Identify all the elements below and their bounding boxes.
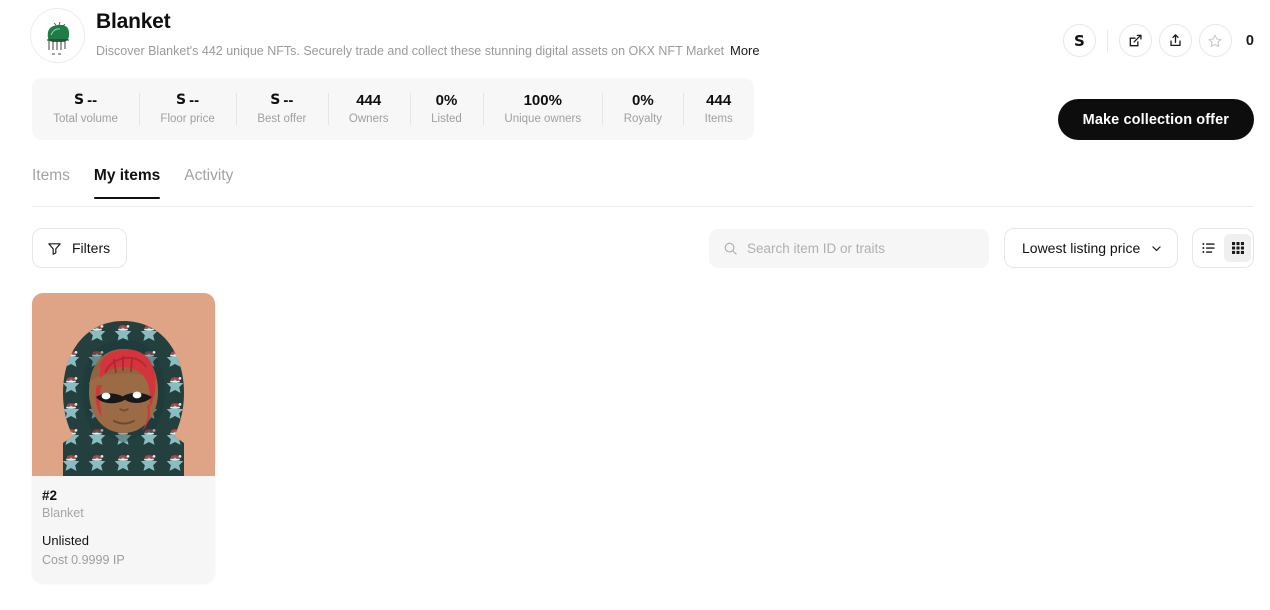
stat-number: 100% <box>523 92 562 109</box>
nft-collection-page: Blanket Discover Blanket's 442 unique NF… <box>0 0 1270 610</box>
stat-best-offer: S -- Best offer <box>236 89 328 129</box>
stat-value: S -- <box>270 91 293 110</box>
stat-label: Floor price <box>160 113 215 125</box>
grid-view-icon <box>1231 242 1244 254</box>
stat-number: -- <box>283 92 294 109</box>
filters-label: Filters <box>72 240 111 256</box>
tab-activity[interactable]: Activity <box>184 166 233 198</box>
edit-square-icon <box>1129 34 1142 47</box>
stat-label: Royalty <box>623 113 663 125</box>
stat-value: 444 <box>706 91 731 110</box>
stat-value: 100% <box>524 91 562 110</box>
favorite-collection-button[interactable] <box>1198 24 1232 57</box>
stat-value: S -- <box>74 91 97 110</box>
header-actions: S 0 <box>1062 24 1254 57</box>
funnel-icon <box>48 242 61 255</box>
stat-items: 444 Items <box>683 89 754 129</box>
nft-card[interactable]: #2 Blanket Unlisted Cost 0.9999 IP <box>32 293 215 583</box>
collection-stats-bar: S -- Total volume S -- Floor price S -- … <box>32 78 754 140</box>
currency-symbol: S <box>270 92 281 108</box>
favorite-count: 0 <box>1245 32 1254 49</box>
list-view-button[interactable] <box>1195 234 1222 262</box>
stat-number: 0% <box>632 92 654 109</box>
sort-label: Lowest listing price <box>1022 240 1141 256</box>
collection-title: Blanket <box>96 10 171 33</box>
nft-cost: Cost 0.9999 IP <box>42 553 125 567</box>
collection-header: Blanket Discover Blanket's 442 unique NF… <box>0 0 1270 78</box>
nft-collection-name: Blanket <box>42 506 84 520</box>
stat-total-volume: S -- Total volume <box>32 89 139 129</box>
nft-listing-status: Unlisted <box>42 533 89 548</box>
header-divider <box>1106 29 1108 52</box>
nft-artwork <box>32 293 215 476</box>
stat-number: -- <box>189 92 200 109</box>
search-input[interactable] <box>747 241 967 256</box>
stat-value: 444 <box>356 91 381 110</box>
nft-card-body: #2 Blanket Unlisted Cost 0.9999 IP <box>32 476 215 583</box>
tab-my-items[interactable]: My items <box>93 166 161 199</box>
stat-listed: 0% Listed <box>409 89 483 129</box>
stat-number: -- <box>87 92 98 109</box>
chain-badge-button[interactable]: S <box>1062 24 1096 57</box>
description-more-link[interactable]: More <box>730 43 760 58</box>
currency-symbol: S <box>176 92 187 108</box>
edit-collection-button[interactable] <box>1118 24 1152 57</box>
stat-royalty: 0% Royalty <box>602 89 683 129</box>
stat-number: 444 <box>706 92 732 109</box>
star-icon <box>1208 34 1222 47</box>
stat-number: 0% <box>435 92 458 109</box>
filters-button[interactable]: Filters <box>32 228 128 268</box>
collection-description-row: Discover Blanket's 442 unique NFTs. Secu… <box>96 42 768 62</box>
search-icon <box>724 242 737 255</box>
chevron-down-icon <box>1152 245 1161 251</box>
stat-value: S -- <box>176 91 199 110</box>
chain-symbol-label: S <box>1074 31 1085 50</box>
sort-dropdown[interactable]: Lowest listing price <box>1004 228 1179 268</box>
stat-value: 0% <box>632 91 654 110</box>
share-upload-icon <box>1170 34 1181 47</box>
stat-value: 0% <box>436 91 458 110</box>
items-toolbar: Filters Lowest listing price <box>32 228 1254 270</box>
stat-label: Total volume <box>53 113 118 125</box>
collection-avatar[interactable] <box>31 9 84 62</box>
list-view-icon <box>1201 243 1215 253</box>
stat-label: Unique owners <box>504 113 582 125</box>
collection-tabs: Items My items Activity <box>32 166 1254 207</box>
stat-owners: 444 Owners <box>327 89 410 129</box>
search-box[interactable] <box>709 229 989 268</box>
stat-number: 444 <box>356 92 382 109</box>
blanket-tree-avatar-icon <box>33 11 82 60</box>
view-toggle-group <box>1192 228 1254 268</box>
stat-label: Items <box>704 113 733 125</box>
make-collection-offer-button[interactable]: Make collection offer <box>1057 99 1254 140</box>
currency-symbol: S <box>74 92 85 108</box>
grid-view-button[interactable] <box>1224 234 1251 262</box>
stat-floor-price: S -- Floor price <box>139 89 236 129</box>
stat-unique-owners: 100% Unique owners <box>483 89 602 129</box>
nft-token-id: #2 <box>42 488 58 503</box>
stat-label: Best offer <box>257 113 307 125</box>
stat-label: Owners <box>348 113 389 125</box>
items-grid: #2 Blanket Unlisted Cost 0.9999 IP <box>32 293 215 583</box>
share-collection-button[interactable] <box>1158 24 1192 57</box>
stat-label: Listed <box>431 113 462 125</box>
tab-items[interactable]: Items <box>32 166 70 198</box>
collection-description: Discover Blanket's 442 unique NFTs. Secu… <box>96 44 724 58</box>
